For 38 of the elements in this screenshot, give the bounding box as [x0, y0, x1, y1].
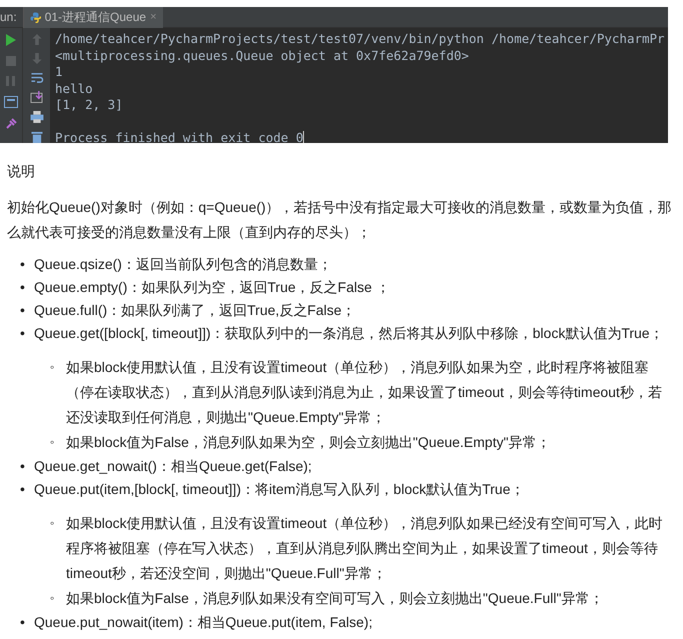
console-line: /home/teahcer/PycharmProjects/test/test07/venv/bin/python /home/teahcer/PycharmPr [55, 31, 665, 48]
bullet: ◦ [50, 515, 56, 532]
trash-icon[interactable] [30, 131, 42, 143]
bullet: • [20, 457, 26, 476]
wrap-icon[interactable] [30, 72, 44, 84]
exit-message: Process finished with exit code 0 [55, 130, 306, 143]
python-icon [30, 12, 41, 22]
bullet: • [20, 301, 26, 320]
console-line: <multiprocessing.queues.Queue object at 0x7fe62a79efd0> [55, 48, 470, 64]
console-line: 1 [55, 64, 64, 80]
bullet: • [20, 480, 26, 499]
console-tab[interactable]: 01-进程通信Queue × [24, 7, 162, 28]
list-item-text: Queue.get([block[, timeout]])：获取队列中的一条消息，然后将其从列队中移除，block默认值为True； [34, 324, 664, 343]
list-item-text: 如果block值为False，消息列队如果没有空间可写入，则会立刻抛出"Queue.Full"异常； [66, 589, 604, 608]
list-item-text: Queue.put(item,[block[, timeout]])：将item消息写入队列，block默认值为True； [34, 480, 524, 499]
list-item-text: Queue.full()：如果队列满了，返回True,反之False； [34, 301, 356, 320]
bullet: ◦ [50, 590, 56, 607]
list-item-text: 如果block值为False，消息列队如果为空，则会立刻抛出"Queue.Empty"异常； [66, 433, 550, 452]
export-icon[interactable] [30, 91, 44, 104]
list-item-text: Queue.get_nowait()：相当Queue.get(False); [34, 457, 312, 476]
list-item-text: Queue.empty()：如果队列为空，返回True，反之False ； [34, 278, 390, 297]
run-icon[interactable] [6, 34, 16, 46]
bullet: • [20, 613, 26, 632]
heading: 说明 [7, 162, 36, 181]
bullet: • [20, 278, 26, 297]
console-line: [1, 2, 3] [55, 97, 124, 114]
bullet: ◦ [50, 359, 56, 376]
bullet: • [20, 255, 26, 274]
list-item-text: 如果block使用默认值，且没有设置timeout（单位秒），消息列队如果已经没有空间可写入，此时程序将被阻塞（停在写入状态），直到从消息列队腾出空间为止，如果设置了timeout，则会等待timeout秒，若还没空间，则抛出"Queue.Full"异常； [66, 514, 664, 583]
list-item-text: Queue.put_nowait(item)：相当Queue.put(item, False); [34, 613, 372, 632]
console-line: hello [55, 80, 94, 97]
list-item-text: 如果block使用默认值，且没有设置timeout（单位秒），消息列队如果为空，此时程序将被阻塞（停在读取状态），直到从消息列队读到消息为止，如果设置了timeout，则会等待timeout秒，若还没读取到任何消息，则抛出"Queue.Empty"异常； [66, 358, 663, 427]
bullet: • [20, 324, 26, 343]
list-item-text: Queue.qsize()：返回当前队列包含的消息数量； [34, 255, 332, 274]
bullet: ◦ [50, 434, 56, 451]
print-icon[interactable] [30, 111, 44, 124]
paragraph: 初始化Queue()对象时（例如：q=Queue()），若括号中没有指定最大可接收的消息数量，或数量为负值，那么就代表可接受的消息数量没有上限（直到内存的尽头）； [7, 198, 672, 242]
layout-icon[interactable] [4, 96, 18, 108]
